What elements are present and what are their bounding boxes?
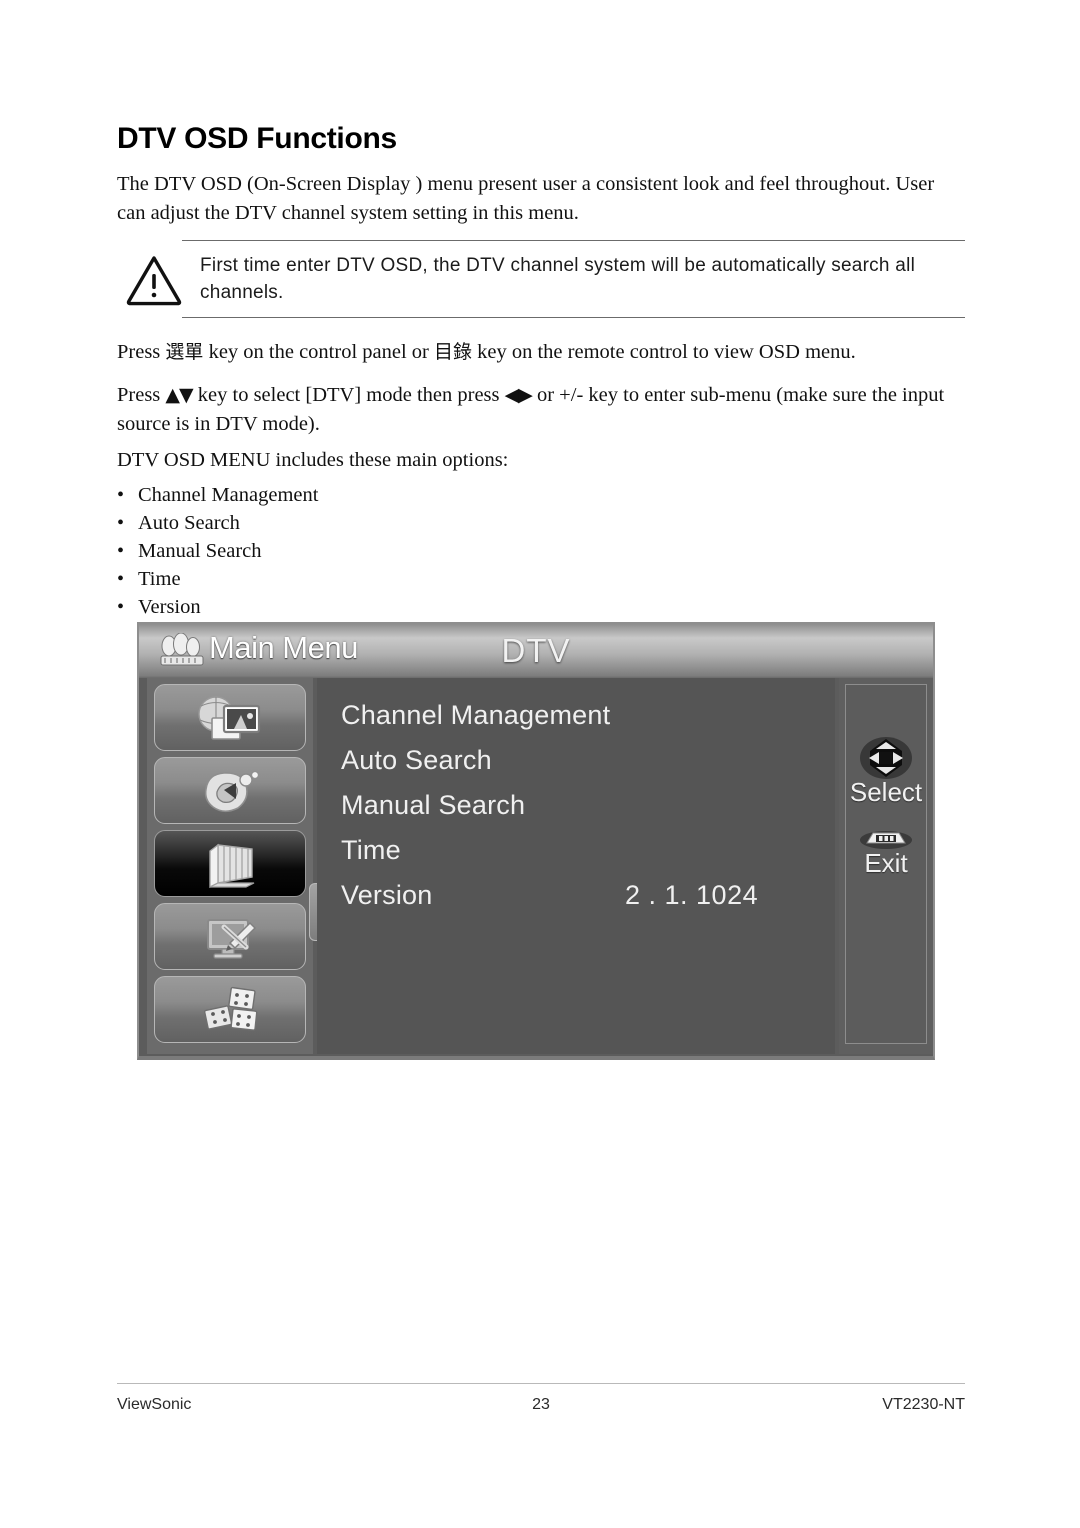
press-nav-paragraph: Press ▲▼ key to select [DTV] mode then p… [117, 381, 965, 439]
osd-menu-list: Channel Management Auto Search Manual Se… [317, 678, 835, 1054]
note-text: First time enter DTV OSD, the DTV channe… [200, 255, 916, 303]
list-item-label: Channel Management [138, 484, 319, 506]
press-menu-mid: key on the control panel or [203, 341, 434, 363]
note-rule-bottom [182, 317, 965, 318]
list-item: • Channel Management [117, 484, 617, 512]
sidebar-item-dtv[interactable] [154, 830, 306, 897]
left-right-arrows-icon: ◀▶ [504, 384, 533, 406]
dtv-settings-icon [155, 831, 305, 896]
list-item: • Auto Search [117, 512, 617, 540]
bullet-icon: • [117, 512, 125, 534]
osd-menu-item-time[interactable]: Time [341, 835, 401, 866]
warning-triangle-icon [125, 254, 183, 306]
list-item: • Manual Search [117, 540, 617, 568]
options-list: • Channel Management • Auto Search • Man… [117, 484, 617, 624]
sidebar-item-setup[interactable] [154, 903, 306, 970]
options-list-intro: DTV OSD MENU includes these main options… [117, 449, 509, 471]
page-title: DTV OSD Functions [117, 122, 397, 155]
list-item: • Version [117, 596, 617, 624]
press-menu-pre: Press [117, 341, 166, 363]
osd-menu-item-manual-search[interactable]: Manual Search [341, 790, 525, 821]
press-menu-post: key on the remote control to view OSD me… [472, 341, 856, 363]
sidebar-item-features[interactable] [154, 976, 306, 1043]
osd-select-label: Select [849, 777, 923, 807]
press-nav-pre: Press [117, 384, 166, 406]
list-item-label: Version [138, 596, 201, 618]
bullet-icon: • [117, 484, 125, 506]
osd-exit-label: Exit [864, 848, 908, 878]
footer-page-number: 23 [532, 1396, 550, 1413]
press-menu-paragraph: Press 選單 key on the control panel or 目錄 … [117, 338, 965, 367]
osd-menu-item-auto-search[interactable]: Auto Search [341, 745, 492, 776]
osd-version-value: 2 . 1. 1024 [625, 880, 759, 910]
setup-tools-icon [155, 904, 305, 969]
menu-key-cjk-panel: 選單 [165, 341, 204, 363]
up-down-arrows-icon: ▲▼ [165, 384, 193, 406]
osd-menu-item-version[interactable]: Version [341, 880, 432, 911]
menu-key-cjk-remote: 目錄 [434, 341, 473, 363]
note-rule-top [182, 240, 965, 241]
footer-rule [117, 1383, 965, 1384]
sidebar-item-audio[interactable] [154, 757, 306, 824]
press-nav-mid: key to select [DTV] mode then press [192, 384, 505, 406]
sidebar-item-picture[interactable] [154, 684, 306, 751]
dpad-select-icon[interactable] [846, 735, 926, 781]
features-blocks-icon [155, 977, 305, 1042]
page-footer: ViewSonic 23 VT2230-NT [117, 1396, 965, 1420]
osd-help-panel-inner: Select Exit [845, 684, 927, 1044]
osd-screenshot: Main Menu DTV Channel Management Auto Se… [137, 622, 935, 1060]
picture-settings-icon [155, 685, 305, 750]
osd-help-panel: Select Exit [839, 678, 933, 1054]
osd-header-bar: Main Menu DTV [139, 624, 933, 678]
audio-settings-icon [155, 758, 305, 823]
list-item-label: Auto Search [138, 512, 240, 534]
bullet-icon: • [117, 596, 125, 618]
bullet-icon: • [117, 568, 125, 590]
intro-paragraph: The DTV OSD (On-Screen Display ) menu pr… [117, 173, 935, 224]
footer-model: VT2230-NT [882, 1396, 965, 1413]
osd-sidebar [147, 678, 335, 1054]
list-item: • Time [117, 568, 617, 596]
osd-header-mode: DTV [501, 632, 571, 669]
document-page: DTV OSD Functions The DTV OSD (On-Screen… [0, 0, 1080, 1528]
list-item-label: Time [138, 568, 181, 590]
bullet-icon: • [117, 540, 125, 562]
list-item-label: Manual Search [138, 540, 262, 562]
warning-note: First time enter DTV OSD, the DTV channe… [117, 240, 965, 318]
osd-menu-item-channel-management[interactable]: Channel Management [341, 700, 610, 731]
